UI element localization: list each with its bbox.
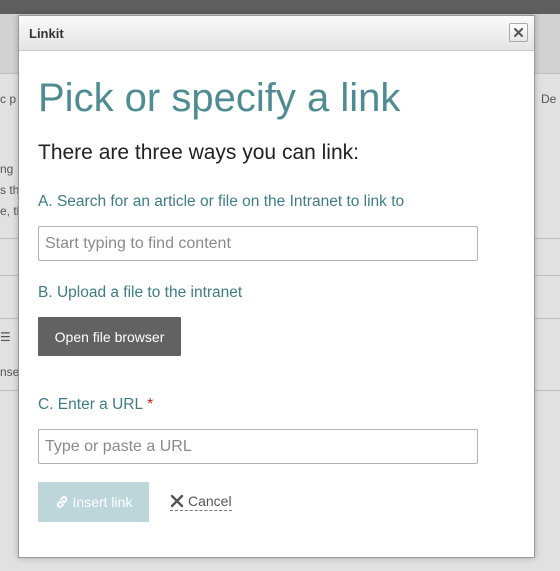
url-label-row: C. Enter a URL * <box>38 396 153 414</box>
link-icon <box>55 495 69 509</box>
background-text: nse <box>0 365 20 379</box>
dialog-titlebar: Linkit <box>19 16 534 51</box>
close-icon <box>514 28 523 37</box>
linkit-dialog: Linkit Pick or specify a link There are … <box>18 15 535 558</box>
open-file-browser-button[interactable]: Open file browser <box>38 317 181 356</box>
url-label: C. Enter a URL <box>38 396 144 413</box>
cancel-link[interactable]: Cancel <box>170 493 232 511</box>
background-menu-glyph: ☰ <box>0 330 11 344</box>
upload-label: B. Upload a file to the intranet <box>38 284 243 301</box>
insert-link-label: Insert link <box>72 494 133 510</box>
dialog-heading: Pick or specify a link <box>38 76 401 120</box>
x-icon <box>170 494 184 508</box>
background-text: c p <box>0 92 17 106</box>
dialog-subheading: There are three ways you can link: <box>38 141 359 164</box>
close-button[interactable] <box>509 23 528 42</box>
background-text: ng <box>0 162 14 176</box>
url-input[interactable] <box>38 429 478 464</box>
background-text: De <box>541 92 557 106</box>
required-marker: * <box>147 396 154 413</box>
background-text: s th <box>0 183 20 197</box>
search-label: A. Search for an article or file on the … <box>38 193 405 210</box>
insert-link-button[interactable]: Insert link <box>38 482 149 522</box>
search-input[interactable] <box>38 226 478 261</box>
dialog-title: Linkit <box>29 26 64 41</box>
cancel-label: Cancel <box>188 493 232 509</box>
background-topbar <box>0 0 560 14</box>
